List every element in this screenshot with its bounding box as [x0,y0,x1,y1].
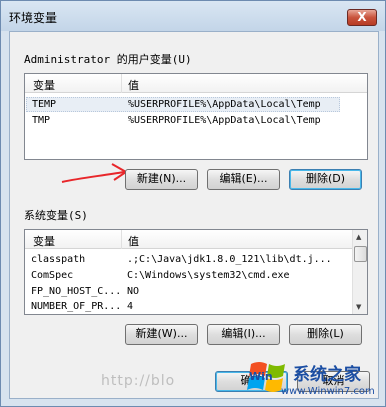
red-arrow-annotation [61,163,128,183]
system-variables-list[interactable]: 变量 值 classpath .;C:\Java\jdk1.8.0_121\li… [24,229,368,315]
variable-value: %USERPROFILE%\AppData\Local\Temp [128,115,321,126]
user-variables-list[interactable]: 变量 值 TEMP %USERPROFILE%\AppData\Local\Te… [24,73,368,160]
user-new-button[interactable]: 新建(N)... [125,169,198,190]
logo-text: 系统之家 [293,365,361,385]
variable-value: C:\Windows\system32\cmd.exe [127,270,290,281]
site-logo: Win 系统之家 www.Winwin7.com [245,354,385,404]
variable-name: TMP [32,115,51,126]
system-variable-row[interactable]: classpath .;C:\Java\jdk1.8.0_121\lib\dt.… [26,253,338,268]
variable-name: ComSpec [31,270,74,281]
user-variables-list-header: 变量 值 [25,74,367,93]
system-delete-button[interactable]: 删除(L) [289,324,362,345]
logo-url: www.Winwin7.com [281,386,375,397]
column-header-variable[interactable]: 变量 [33,77,55,93]
system-variables-list-header: 变量 值 [25,230,367,249]
scroll-up-arrow-icon[interactable]: ▲ [356,233,361,241]
variable-name: TEMP [32,99,57,110]
variable-value: NO [127,286,140,297]
column-separator[interactable] [121,74,122,93]
variable-name: classpath [31,254,86,265]
system-variable-row[interactable]: NUMBER_OF_PR... 4 [26,300,338,314]
variable-name: FP_NO_HOST_C... [31,286,122,297]
column-header-variable[interactable]: 变量 [33,233,55,249]
environment-variables-dialog: 环境变量 X Administrator 的用户变量(U) 变量 值 TEMP … [0,0,386,407]
system-variable-row[interactable]: ComSpec C:\Windows\system32\cmd.exe [26,269,338,284]
scroll-down-arrow-icon[interactable]: ▼ [356,303,361,311]
user-delete-button[interactable]: 删除(D) [289,169,362,190]
user-edit-button[interactable]: 编辑(E)... [207,169,280,190]
system-variables-scrollbar[interactable]: ▲ ▼ [352,230,367,314]
column-header-value[interactable]: 值 [128,77,139,93]
variable-value: 4 [127,301,134,312]
window-title: 环境变量 [9,11,58,25]
variable-value: .;C:\Java\jdk1.8.0_121\lib\dt.j... [127,254,332,265]
title-bar: 环境变量 X [1,1,385,31]
system-edit-button[interactable]: 编辑(I)... [207,324,280,345]
column-header-value[interactable]: 值 [128,233,139,249]
user-variables-group-label: Administrator 的用户变量(U) [24,53,192,66]
column-separator[interactable] [121,230,122,249]
logo-brand: Win [249,370,273,383]
dialog-client-area: Administrator 的用户变量(U) 变量 值 TEMP %USERPR… [9,31,379,399]
system-variables-group-label: 系统变量(S) [24,209,88,222]
url-watermark: http://blo [101,373,176,389]
user-variable-row[interactable]: TMP %USERPROFILE%\AppData\Local\Temp [26,114,340,129]
variable-name: NUMBER_OF_PR... [31,301,122,312]
close-icon: X [357,10,367,24]
system-new-button[interactable]: 新建(W)... [125,324,198,345]
user-variable-row[interactable]: TEMP %USERPROFILE%\AppData\Local\Temp [26,97,340,112]
close-button[interactable]: X [347,9,377,26]
system-variable-row[interactable]: FP_NO_HOST_C... NO [26,285,338,300]
variable-value: %USERPROFILE%\AppData\Local\Temp [128,99,321,110]
scrollbar-thumb[interactable] [354,246,367,262]
